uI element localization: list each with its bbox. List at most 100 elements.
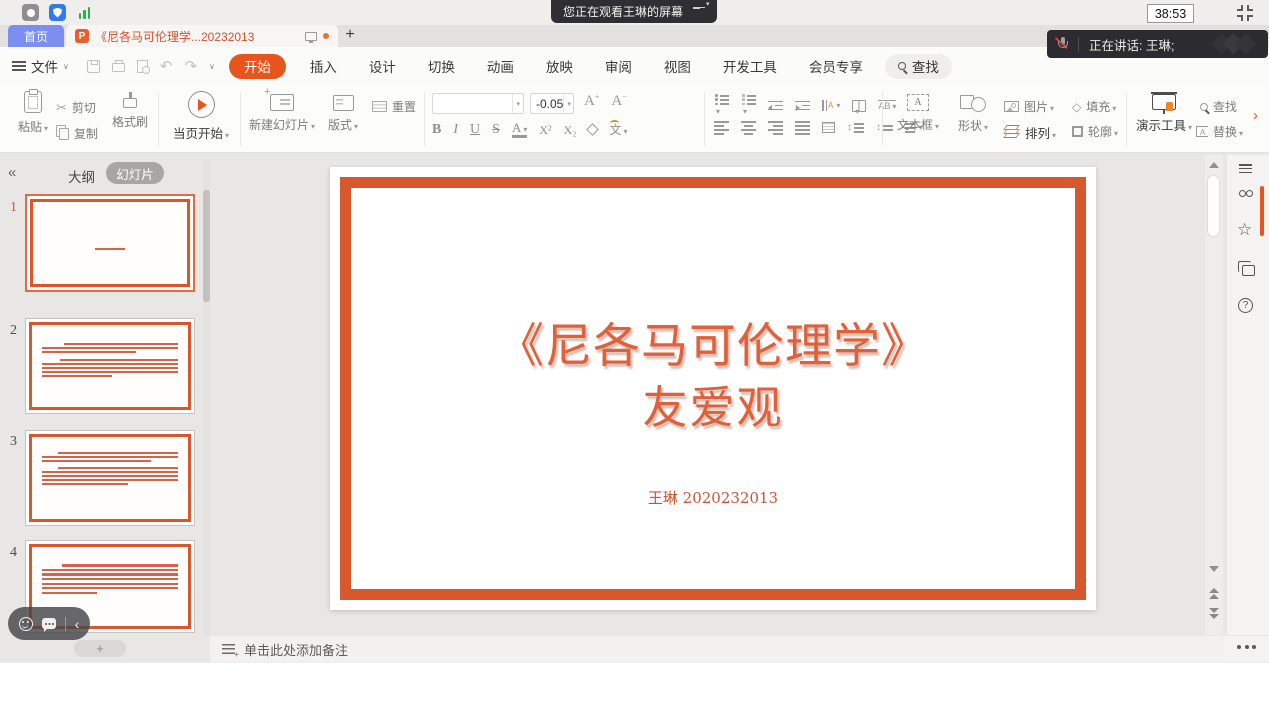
shield-icon[interactable]	[49, 4, 66, 21]
cut-button[interactable]: ✂ 剪切	[56, 99, 96, 116]
tab-view[interactable]: 视图	[648, 56, 707, 76]
tab-start[interactable]: 开始	[229, 54, 286, 79]
font-name-combobox[interactable]: ▾	[432, 93, 524, 114]
save-icon[interactable]	[87, 60, 100, 73]
scroll-up-icon[interactable]	[1209, 162, 1219, 168]
previous-slide-button[interactable]	[1209, 588, 1219, 599]
increase-indent-icon[interactable]	[795, 101, 810, 111]
find-command-pill[interactable]: 查找	[885, 54, 952, 79]
increase-font-icon[interactable]: A+	[584, 93, 599, 109]
next-slide-button[interactable]	[1209, 608, 1219, 619]
panel-menu-icon[interactable]	[1239, 164, 1252, 173]
slide-thumbnail-1[interactable]	[25, 194, 195, 292]
tab-member[interactable]: 会员专享	[793, 56, 879, 76]
scroll-down-icon[interactable]	[1209, 566, 1219, 572]
add-slide-button[interactable]: +	[74, 640, 126, 657]
tab-transition[interactable]: 切换	[412, 56, 471, 76]
tab-document[interactable]: P 《尼各马可伦理学...20232013	[66, 25, 338, 47]
effects-star-icon[interactable]: ☆	[1237, 221, 1252, 238]
tab-outline[interactable]: 大纲	[68, 166, 95, 186]
chevron-down-icon[interactable]: ▾	[512, 94, 523, 113]
font-size-combobox[interactable]: -0.05 ▾	[530, 93, 574, 114]
slide-subtitle[interactable]: 王琳 2020232013	[330, 487, 1096, 508]
text-frame-icon[interactable]	[822, 122, 835, 133]
arrange-button[interactable]: 排列	[1004, 123, 1056, 142]
tab-animation[interactable]: 动画	[471, 56, 530, 76]
slide-thumbnail-2[interactable]	[25, 318, 195, 414]
undo-icon[interactable]: ↶	[160, 59, 173, 74]
clear-format-icon[interactable]	[587, 123, 600, 136]
bold-button[interactable]: B	[432, 123, 441, 137]
panel-scrollbar-thumb[interactable]	[203, 190, 210, 302]
network-signal-icon[interactable]	[76, 4, 93, 21]
file-menu[interactable]: 文件 ∨	[12, 56, 69, 76]
shapes-button[interactable]: 形状	[950, 91, 996, 134]
tab-home[interactable]: 首页	[8, 25, 64, 47]
play-from-current-button[interactable]: 当页开始	[166, 91, 236, 142]
chevron-down-icon[interactable]: ▾	[563, 94, 574, 113]
tab-insert[interactable]: 插入	[294, 56, 353, 76]
banner-menu-icon[interactable]	[693, 7, 705, 16]
strikethrough-button[interactable]: S	[492, 123, 500, 137]
slide-canvas[interactable]: 《尼各马可伦理学》 友爱观 王琳 2020232013	[330, 167, 1096, 610]
replace-button[interactable]: 替换	[1196, 123, 1243, 140]
bullet-list-icon[interactable]	[714, 95, 729, 116]
underline-button[interactable]: U	[470, 123, 480, 137]
align-center-icon[interactable]	[741, 121, 756, 135]
reactions-float-pill[interactable]: ‹	[8, 607, 90, 640]
presentation-tools-button[interactable]: 演示工具	[1132, 90, 1196, 134]
ribbon-expand-icon[interactable]: ›	[1253, 107, 1258, 124]
justify-icon[interactable]	[795, 121, 810, 135]
duplicate-icon[interactable]	[1242, 265, 1255, 276]
info-icon[interactable]	[22, 4, 39, 21]
tab-developer[interactable]: 开发工具	[707, 56, 793, 76]
outline-button[interactable]: 轮廓	[1072, 123, 1118, 140]
exit-fullscreen-icon[interactable]	[1237, 5, 1253, 21]
watching-screen-banner[interactable]: 您正在观看王琳的屏幕	[551, 0, 717, 23]
collapse-panel-icon[interactable]: «	[8, 164, 16, 181]
slide-title-line1[interactable]: 《尼各马可伦理学》	[330, 319, 1096, 375]
textbox-button[interactable]: 文本框	[892, 91, 944, 133]
phonetic-guide-button[interactable]: 文	[609, 124, 627, 136]
reaction-emoji-icon[interactable]	[19, 617, 33, 631]
paragraph-spacing-icon[interactable]: ↕	[876, 122, 893, 133]
format-painter-button[interactable]: 格式刷	[106, 91, 154, 130]
collapse-pill-icon[interactable]: ‹	[75, 617, 80, 631]
picture-button[interactable]: 图片	[1004, 98, 1054, 115]
text-direction-icon[interactable]: A	[822, 100, 840, 111]
print-preview-icon[interactable]	[137, 60, 148, 73]
tab-slides[interactable]: 幻灯片	[106, 162, 164, 184]
slide-title-line2[interactable]: 友爱观	[330, 381, 1096, 435]
slide-layout-button[interactable]: 版式	[320, 91, 366, 133]
quick-chat-icon[interactable]	[42, 618, 56, 629]
status-more-icon[interactable]	[1237, 645, 1256, 649]
italic-button[interactable]: I	[453, 123, 458, 137]
align-right-icon[interactable]	[768, 121, 783, 135]
decrease-font-icon[interactable]: A−	[611, 93, 626, 109]
paste-button[interactable]: 粘贴	[12, 91, 54, 135]
slide-thumbnail-3[interactable]	[25, 430, 195, 526]
decrease-indent-icon[interactable]	[768, 101, 783, 111]
notes-bar[interactable]: 单击此处添加备注	[210, 636, 1224, 662]
subscript-button[interactable]: X₂	[564, 124, 577, 136]
superscript-button[interactable]: X²	[539, 124, 551, 136]
reset-button[interactable]: 重置	[372, 98, 416, 115]
align-left-icon[interactable]	[714, 121, 729, 135]
find-button[interactable]: 查找	[1200, 98, 1237, 115]
tab-slideshow[interactable]: 放映	[530, 56, 589, 76]
help-icon[interactable]	[1238, 298, 1253, 313]
columns-icon[interactable]	[852, 100, 866, 112]
tab-design[interactable]: 设计	[353, 56, 412, 76]
line-spacing-icon[interactable]: ↕	[847, 122, 864, 133]
vertical-scrollbar-thumb[interactable]	[1208, 176, 1219, 236]
quick-access-more-icon[interactable]: ∨	[209, 62, 215, 71]
copy-button[interactable]: 复制	[56, 125, 98, 142]
tab-review[interactable]: 审阅	[589, 56, 648, 76]
fill-button[interactable]: ◇ 填充	[1072, 98, 1116, 115]
numbered-list-icon[interactable]	[741, 95, 756, 116]
font-color-button[interactable]: A	[512, 121, 527, 138]
redo-icon[interactable]: ↷	[184, 59, 197, 74]
new-tab-button[interactable]: +	[340, 26, 360, 44]
new-slide-button[interactable]: 新建幻灯片	[248, 91, 316, 133]
print-icon[interactable]	[112, 63, 125, 72]
